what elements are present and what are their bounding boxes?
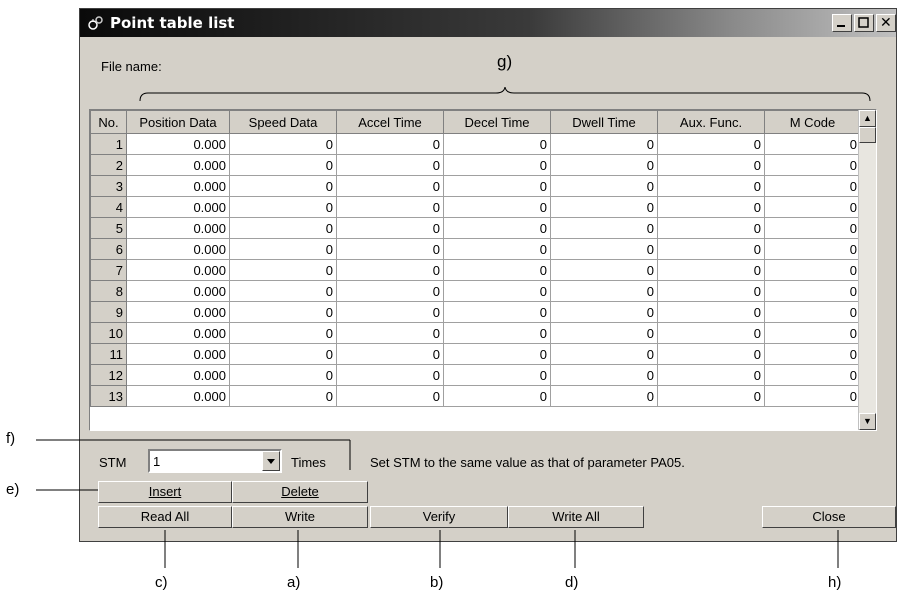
annotation-e: e)	[6, 481, 20, 498]
annotation-a: a)	[287, 574, 301, 591]
annotation-g: g)	[497, 52, 513, 71]
callout-lines	[36, 439, 839, 568]
annotation-h: h)	[828, 574, 842, 591]
annotation-f: f)	[6, 430, 16, 447]
annotation-c: c)	[155, 574, 168, 591]
annotation-d: d)	[565, 574, 579, 591]
annotation-b: b)	[430, 574, 444, 591]
